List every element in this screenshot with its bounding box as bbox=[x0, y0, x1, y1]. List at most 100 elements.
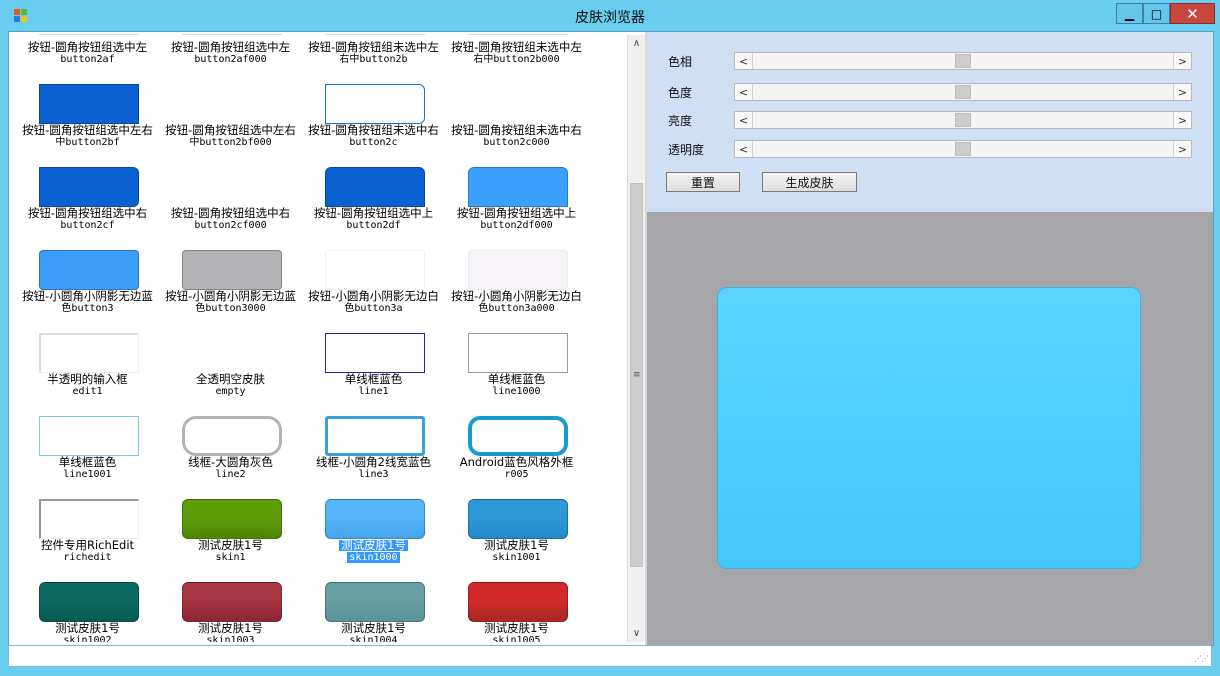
opacity-left-arrow[interactable]: < bbox=[735, 141, 753, 157]
skin-item[interactable]: 按钮-圆角按钮组未选中右 button2c000 bbox=[445, 84, 588, 167]
skin-id: button2c bbox=[349, 137, 398, 148]
scroll-grip-icon: ≡ bbox=[633, 370, 641, 380]
skin-title: 按钮-圆角按钮组选中上 bbox=[456, 206, 577, 220]
skin-item[interactable]: 按钮-圆角按钮组选中左右 中button2bf000 bbox=[159, 84, 302, 167]
skin-item[interactable]: 测试皮肤1号 skin1 bbox=[159, 499, 302, 582]
skin-item[interactable]: 按钮-圆角按钮组选中上 button2df000 bbox=[445, 167, 588, 250]
skin-list[interactable]: 按钮-圆角按钮组选中左 button2af 按钮-圆角按钮组选中左 button2af… bbox=[16, 34, 634, 642]
brightness-thumb[interactable] bbox=[955, 113, 971, 127]
opacity-thumb[interactable] bbox=[955, 142, 971, 156]
skin-browser-window: 皮肤浏览器 ▁ □ ✕ 按钮-圆角按钮组选中左 button2af 按钮-圆角按钮组… bbox=[0, 0, 1220, 676]
maximize-button[interactable]: □ bbox=[1143, 3, 1170, 24]
skin-item[interactable]: Android蓝色风格外框 r005 bbox=[445, 416, 588, 499]
skin-swatch bbox=[182, 84, 282, 124]
skin-item[interactable]: 测试皮肤1号 skin1001 bbox=[445, 499, 588, 582]
skin-item[interactable]: 全透明空皮肤 empty bbox=[159, 333, 302, 416]
saturation-right-arrow[interactable]: > bbox=[1173, 84, 1191, 100]
hue-left-arrow[interactable]: < bbox=[735, 53, 753, 69]
vertical-scrollbar[interactable]: ∧ ≡ ∨ bbox=[627, 35, 645, 642]
skin-swatch bbox=[468, 84, 568, 124]
skin-item[interactable]: 按钮-圆角按钮组未选中右 button2c bbox=[302, 84, 445, 167]
minimize-button[interactable]: ▁ bbox=[1116, 3, 1143, 24]
minimize-icon: ▁ bbox=[1124, 6, 1135, 21]
skin-title: 按钮-圆角按钮组未选中右 bbox=[308, 123, 439, 137]
skin-item[interactable]: 按钮-圆角按钮组未选中左 右中button2b000 bbox=[445, 34, 588, 84]
brightness-slider[interactable]: < > bbox=[734, 111, 1192, 129]
skin-item[interactable]: 测试皮肤1号 skin1005 bbox=[445, 582, 588, 642]
skin-id: line1001 bbox=[63, 469, 112, 480]
skin-swatch bbox=[182, 416, 282, 456]
skin-swatch bbox=[325, 416, 425, 456]
skin-swatch bbox=[325, 34, 425, 35]
brightness-right-arrow[interactable]: > bbox=[1173, 112, 1191, 128]
skin-item[interactable]: 线框-大圆角灰色 line2 bbox=[159, 416, 302, 499]
skin-item[interactable]: 测试皮肤1号 skin1003 bbox=[159, 582, 302, 642]
brightness-left-arrow[interactable]: < bbox=[735, 112, 753, 128]
skin-item[interactable]: 按钮-小圆角小阴影无边白 色button3a000 bbox=[445, 250, 588, 333]
scroll-down-button[interactable]: ∨ bbox=[628, 625, 645, 642]
skin-title: 测试皮肤1号 bbox=[341, 621, 406, 635]
skin-id: line3 bbox=[358, 469, 389, 480]
skin-id: r005 bbox=[504, 469, 529, 480]
skin-title: 线框-小圆角2线宽蓝色 bbox=[316, 455, 431, 469]
skin-item[interactable]: 单线框蓝色 line1001 bbox=[16, 416, 159, 499]
skin-swatch bbox=[468, 34, 568, 35]
skin-title: 按钮-圆角按钮组选中左 bbox=[27, 40, 148, 54]
skin-preview bbox=[717, 287, 1141, 569]
title-bar[interactable]: 皮肤浏览器 ▁ □ ✕ bbox=[0, 0, 1220, 32]
skin-title: 按钮-小圆角小阴影无边白 bbox=[451, 289, 582, 303]
window-title: 皮肤浏览器 bbox=[575, 10, 645, 26]
skin-title: 按钮-圆角按钮组选中左 bbox=[170, 40, 291, 54]
skin-item[interactable]: 按钮-小圆角小阴影无边蓝 色button3000 bbox=[159, 250, 302, 333]
skin-item[interactable]: 单线框蓝色 line1000 bbox=[445, 333, 588, 416]
skin-id: line1 bbox=[358, 386, 389, 397]
opacity-right-arrow[interactable]: > bbox=[1173, 141, 1191, 157]
skin-title: Android蓝色风格外框 bbox=[459, 455, 574, 469]
skin-item[interactable]: 按钮-小圆角小阴影无边蓝 色button3 bbox=[16, 250, 159, 333]
skin-id: line2 bbox=[215, 469, 246, 480]
skin-item[interactable]: 按钮-圆角按钮组选中左 button2af000 bbox=[159, 34, 302, 84]
opacity-slider[interactable]: < > bbox=[734, 140, 1192, 158]
skin-swatch bbox=[325, 167, 425, 207]
skin-item[interactable]: 按钮-小圆角小阴影无边白 色button3a bbox=[302, 250, 445, 333]
skin-id: skin1005 bbox=[492, 635, 541, 642]
skin-title: 按钮-圆角按钮组选中右 bbox=[27, 206, 148, 220]
saturation-thumb[interactable] bbox=[955, 85, 971, 99]
skin-id: button2cf000 bbox=[194, 220, 267, 231]
skin-swatch bbox=[325, 333, 425, 373]
skin-item[interactable]: 测试皮肤1号 skin1002 bbox=[16, 582, 159, 642]
skin-id: button2af000 bbox=[194, 54, 267, 65]
saturation-left-arrow[interactable]: < bbox=[735, 84, 753, 100]
skin-item[interactable]: 按钮-圆角按钮组选中右 button2cf bbox=[16, 167, 159, 250]
skin-item[interactable]: 单线框蓝色 line1 bbox=[302, 333, 445, 416]
hue-right-arrow[interactable]: > bbox=[1173, 53, 1191, 69]
skin-item[interactable]: 测试皮肤1号 skin1004 bbox=[302, 582, 445, 642]
skin-id: skin1 bbox=[215, 552, 246, 563]
skin-swatch bbox=[182, 499, 282, 539]
skin-id: 右中button2b000 bbox=[473, 54, 560, 65]
skin-id: 中button2bf000 bbox=[189, 137, 272, 148]
skin-id: richedit bbox=[63, 552, 112, 563]
skin-swatch bbox=[468, 582, 568, 622]
skin-item[interactable]: 按钮-圆角按钮组选中左右 中button2bf bbox=[16, 84, 159, 167]
close-button[interactable]: ✕ bbox=[1170, 3, 1215, 24]
generate-skin-button[interactable]: 生成皮肤 bbox=[762, 172, 857, 192]
scroll-up-button[interactable]: ∧ bbox=[628, 35, 645, 52]
skin-item[interactable]: 按钮-圆角按钮组选中上 button2df bbox=[302, 167, 445, 250]
skin-swatch bbox=[39, 499, 139, 539]
skin-item[interactable]: 线框-小圆角2线宽蓝色 line3 bbox=[302, 416, 445, 499]
skin-title: 测试皮肤1号 bbox=[302, 539, 445, 551]
skin-item[interactable]: 测试皮肤1号 skin1000 bbox=[302, 499, 445, 582]
skin-item[interactable]: 半透明的输入框 edit1 bbox=[16, 333, 159, 416]
skin-item[interactable]: 按钮-圆角按钮组未选中左 右中button2b bbox=[302, 34, 445, 84]
skin-item[interactable]: 控件专用RichEdit richedit bbox=[16, 499, 159, 582]
hue-thumb[interactable] bbox=[955, 54, 971, 68]
resize-grip-icon[interactable]: ⋰⋰ bbox=[1194, 654, 1209, 663]
reset-button[interactable]: 重置 bbox=[666, 172, 740, 192]
saturation-slider[interactable]: < > bbox=[734, 83, 1192, 101]
skin-item[interactable]: 按钮-圆角按钮组选中右 button2cf000 bbox=[159, 167, 302, 250]
skin-item[interactable]: 按钮-圆角按钮组选中左 button2af bbox=[16, 34, 159, 84]
chevron-up-icon: ∧ bbox=[632, 38, 641, 49]
hue-slider[interactable]: < > bbox=[734, 52, 1192, 70]
skin-title: 按钮-小圆角小阴影无边蓝 bbox=[22, 289, 153, 303]
